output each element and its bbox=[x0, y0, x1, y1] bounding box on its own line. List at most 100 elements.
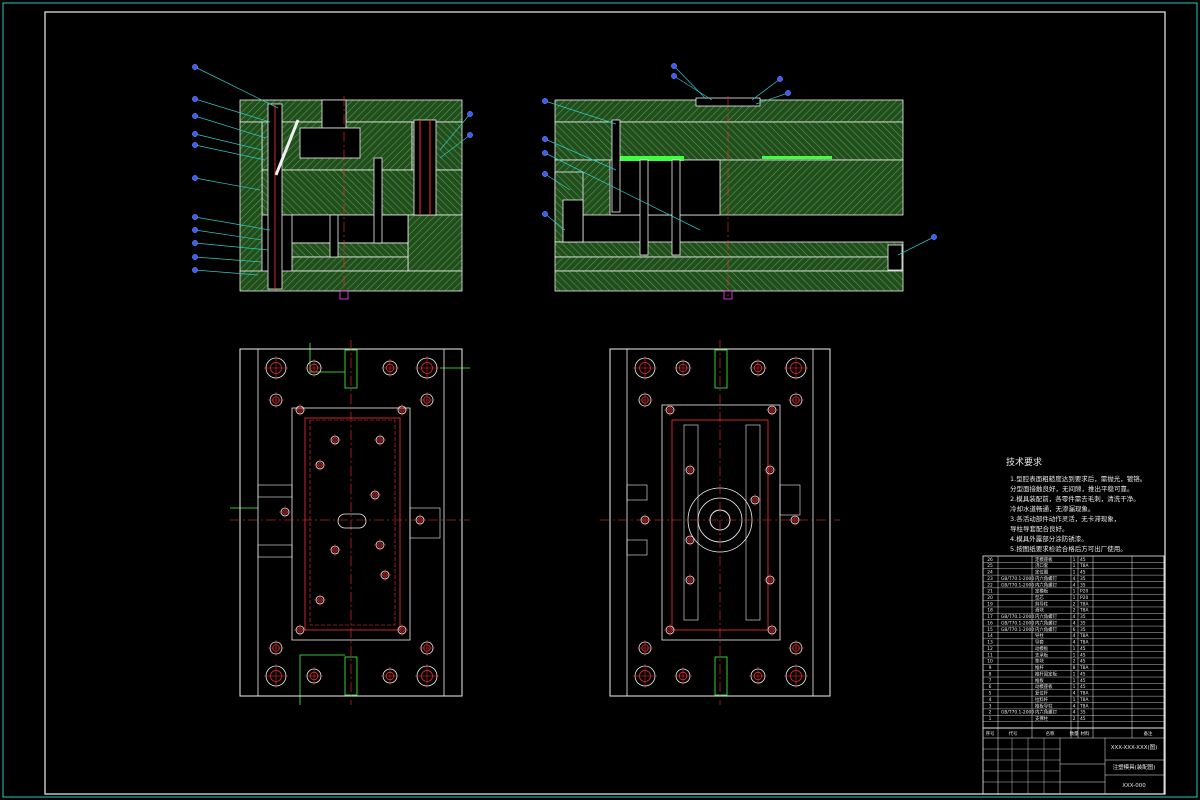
parts-cell: 1 bbox=[1073, 570, 1076, 576]
parts-cell: 2 bbox=[1073, 659, 1076, 665]
parts-cell: 24 bbox=[987, 570, 993, 576]
drawing-name: 注塑模具(装配图) bbox=[1113, 763, 1156, 771]
parts-cell: 推杆固定板 bbox=[1035, 670, 1058, 677]
parts-cell: 内六角螺钉 bbox=[1035, 613, 1058, 620]
parts-cell: 1 bbox=[1073, 557, 1076, 563]
balloon-marker bbox=[671, 63, 677, 69]
plan-view-left bbox=[230, 340, 470, 705]
parts-cell: 4 bbox=[1073, 582, 1076, 588]
parts-cell: 12 bbox=[987, 646, 993, 652]
balloon-marker bbox=[785, 90, 791, 96]
parts-cell: 9 bbox=[989, 665, 992, 671]
parts-cell: 2 bbox=[1073, 608, 1076, 614]
parts-cell: 2 bbox=[1073, 601, 1076, 607]
parts-cell: 4 bbox=[1073, 633, 1076, 639]
balloon-marker bbox=[542, 211, 548, 217]
balloon-marker bbox=[192, 227, 198, 233]
parts-cell: 35 bbox=[1080, 620, 1086, 626]
technical-notes-title: 技术要求 bbox=[1006, 458, 1043, 468]
technical-note-line: 1.型腔表面粗糙度达到要求后，需抛光，镀铬。 bbox=[1010, 475, 1147, 483]
technical-note-line: 分型面接触良好，无间隙，推出平稳可靠。 bbox=[1010, 485, 1134, 493]
parts-cell: 35 bbox=[1080, 614, 1086, 620]
parts-cell: GB/T70.1-2000 bbox=[1001, 614, 1034, 620]
parts-cell: 45 bbox=[1080, 652, 1086, 658]
balloon-marker bbox=[192, 142, 198, 148]
balloon-marker bbox=[542, 98, 548, 104]
parts-header-cell: 序号 bbox=[986, 730, 995, 737]
plan-view-right bbox=[600, 340, 840, 705]
parts-cell: 11 bbox=[987, 652, 993, 658]
technical-note-line: 3.各活动部件动作灵活，无卡滞现象， bbox=[1010, 515, 1121, 523]
balloon-marker bbox=[192, 175, 198, 181]
balloon-marker bbox=[777, 76, 783, 82]
parts-cell: 2 bbox=[989, 710, 992, 716]
parts-cell: 6 bbox=[989, 684, 992, 690]
parts-cell: 23 bbox=[987, 576, 993, 582]
parts-cell: 2 bbox=[1073, 716, 1076, 722]
parts-cell: 26 bbox=[987, 557, 993, 563]
section-view-left bbox=[239, 96, 463, 300]
drawing-code: XXX-000 bbox=[1122, 783, 1146, 789]
parts-cell: 16 bbox=[987, 620, 993, 626]
parts-cell: 35 bbox=[1080, 576, 1086, 582]
balloon-marker bbox=[671, 73, 677, 79]
parts-cell: GB/T70.1-2000 bbox=[1001, 627, 1034, 633]
parts-cell: 浇口套 bbox=[1035, 562, 1049, 569]
parts-cell: 1 bbox=[1073, 589, 1076, 595]
parts-cell: 35 bbox=[1080, 582, 1086, 588]
cad-drawing: 26 定模座板 1 4525 浇口套 1 T8A24 定位圈 1 4523 GB/T70.1-200… bbox=[2, 2, 1198, 798]
technical-notes-list: 1.型腔表面粗糙度达到要求后，需抛光，镀铬。 分型面接触良好，无间隙，推出平稳可… bbox=[1010, 474, 1170, 554]
balloon-marker bbox=[192, 131, 198, 137]
parts-cell: 45 bbox=[1080, 570, 1086, 576]
parts-cell: 13 bbox=[987, 640, 993, 646]
technical-notes: 技术要求 1.型腔表面粗糙度达到要求后，需抛光，镀铬。 分型面接触良好，无间隙，… bbox=[1006, 458, 1170, 554]
parts-cell: T8A bbox=[1079, 633, 1088, 639]
parts-cell: 45 bbox=[1080, 659, 1086, 665]
parts-cell: 25 bbox=[987, 563, 993, 569]
parts-cell: T8A bbox=[1079, 703, 1088, 709]
parts-cell: 内六角螺钉 bbox=[1035, 709, 1058, 716]
parts-cell: 复位杆 bbox=[1035, 690, 1049, 697]
parts-cell: 20 bbox=[987, 595, 993, 601]
parts-cell: 45 bbox=[1080, 646, 1086, 652]
parts-cell: 1 bbox=[1073, 595, 1076, 601]
parts-cell: 4 bbox=[989, 697, 992, 703]
parts-cell: 22 bbox=[987, 582, 993, 588]
balloon-marker bbox=[931, 234, 937, 240]
balloon-marker bbox=[192, 214, 198, 220]
parts-cell: T8A bbox=[1079, 563, 1088, 569]
parts-cell: 推板导柱 bbox=[1035, 702, 1053, 709]
parts-cell: 21 bbox=[987, 589, 993, 595]
parts-cell: 动模板 bbox=[1035, 645, 1049, 652]
parts-cell: 4 bbox=[1073, 710, 1076, 716]
parts-cell: 1 bbox=[1073, 684, 1076, 690]
technical-note-line: 导柱导套配合良好。 bbox=[1010, 525, 1069, 533]
parts-cell: 1 bbox=[1073, 563, 1076, 569]
drawing-number: XXX-XXX-XXX(图) bbox=[1111, 743, 1158, 751]
parts-cell: 支撑柱 bbox=[1035, 715, 1049, 722]
balloon-marker bbox=[192, 254, 198, 260]
parts-cell: GB/T70.1-2000 bbox=[1001, 620, 1034, 626]
parts-cell: 45 bbox=[1080, 716, 1086, 722]
parts-cell: 8 bbox=[1073, 665, 1076, 671]
parts-header-cell: 备注 bbox=[1144, 730, 1153, 737]
parts-cell: 支承板 bbox=[1035, 651, 1049, 658]
balloon-marker bbox=[192, 64, 198, 70]
parts-cell: 拉料杆 bbox=[1035, 696, 1049, 703]
parts-cell: T8A bbox=[1079, 697, 1088, 703]
parts-cell: 14 bbox=[987, 633, 993, 639]
parts-cell: 35 bbox=[1080, 710, 1086, 716]
parts-cell: 1 bbox=[1073, 697, 1076, 703]
balloon-marker bbox=[192, 240, 198, 246]
parts-cell: 45 bbox=[1080, 678, 1086, 684]
parts-cell: T8A bbox=[1079, 608, 1088, 614]
parts-cell: 4 bbox=[1073, 691, 1076, 697]
technical-note-line: 4.模具外露部分涂防锈漆。 bbox=[1010, 535, 1088, 543]
parts-cell: 定位圈 bbox=[1035, 569, 1049, 576]
parts-cell: 斜导柱 bbox=[1035, 600, 1049, 607]
parts-cell: GB/T70.1-2000 bbox=[1001, 582, 1034, 588]
parts-header-cell: 代号 bbox=[1009, 730, 1018, 737]
parts-cell: 17 bbox=[987, 614, 993, 620]
parts-cell: 5 bbox=[989, 691, 992, 697]
parts-cell: 定模板 bbox=[1035, 588, 1049, 595]
